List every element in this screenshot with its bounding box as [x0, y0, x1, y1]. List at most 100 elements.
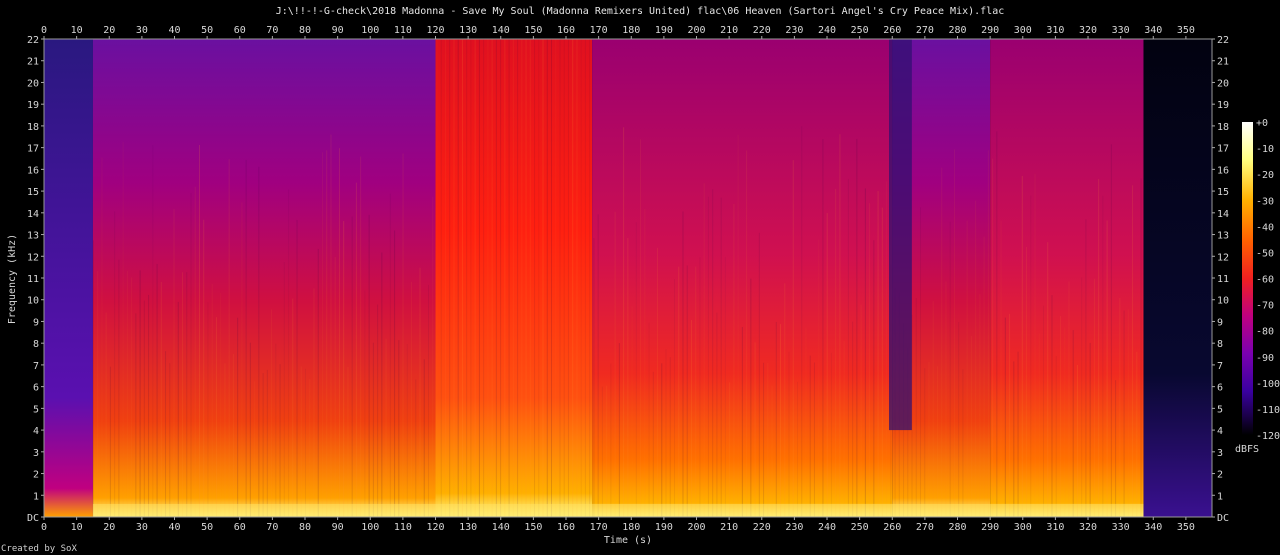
x-tick-label-top: 170 [590, 25, 608, 36]
x-tick-label: 280 [948, 522, 966, 533]
spectrogram-streak [992, 158, 994, 517]
y-tick-label: 9 [33, 317, 39, 328]
y-tick-label: 1 [33, 491, 39, 502]
spectrogram-streak [160, 281, 162, 517]
spectrogram-streak [928, 361, 930, 517]
spectrogram-streak [886, 181, 888, 517]
x-tick-label: 340 [1144, 522, 1162, 533]
spectrogram-streak [402, 153, 404, 517]
x-tick-label: 190 [655, 522, 673, 533]
spectrogram-streak [589, 39, 591, 517]
spectrogram-streak [665, 349, 667, 517]
spectrogram-streak [1076, 365, 1078, 517]
spectrogram-streak [258, 166, 260, 517]
spectrogram-segment [44, 39, 93, 517]
spectrogram-streak [1115, 380, 1117, 517]
y-tick-label-right: 4 [1217, 426, 1223, 437]
x-tick-label: 0 [41, 522, 47, 533]
spectrogram-streak [826, 213, 828, 517]
spectrogram-streak [529, 39, 531, 517]
x-tick-label-top: 240 [818, 25, 836, 36]
spectrogram-chart: 0 0 10 10 20 20 30 30 40 40 50 50 60 60 70 70 80 80 90 90 10… [7, 25, 1280, 546]
spectrogram-streak [801, 126, 803, 517]
spectrogram-streak [135, 313, 137, 517]
spectrogram-streak [508, 39, 510, 517]
spectrogram-streak [512, 39, 514, 517]
x-tick-label: 240 [818, 522, 836, 533]
spectrogram-streak [949, 221, 951, 518]
y-tick-label: 16 [27, 165, 39, 176]
x-tick-label: 40 [168, 522, 180, 533]
x-tick-label: 300 [1014, 522, 1032, 533]
spectrogram-streak [775, 321, 777, 517]
spectrogram-streak [614, 211, 616, 517]
spectrogram-streak [936, 366, 938, 517]
y-tick-label: 20 [27, 78, 39, 89]
spectrogram-streak [542, 39, 544, 517]
colorbar-ticks: +0 -10 -20 -30 -40 -50 -60 -70 -80 -90 -100 -110 -12… [1256, 118, 1280, 442]
spectrogram-streak [254, 381, 256, 517]
colorbar-tick-label: -110 [1256, 405, 1280, 416]
y-tick-label-right: 9 [1217, 317, 1223, 328]
x-tick-label-top: 100 [361, 25, 379, 36]
spectrogram-streak [618, 343, 620, 517]
spectrogram-streak [169, 363, 171, 517]
spectrogram-streak [177, 301, 179, 517]
y-tick-label: DC [27, 513, 39, 524]
y-tick-label-right: 17 [1217, 144, 1229, 155]
spectrogram-streak [758, 232, 760, 517]
spectrogram-streak [1042, 305, 1044, 517]
spectrogram-streak [224, 363, 226, 517]
spectrogram-streak [987, 150, 989, 517]
y-tick-label: 5 [33, 404, 39, 415]
x-tick-label: 270 [916, 522, 934, 533]
spectrogram-streak [1004, 317, 1006, 517]
colorbar-tick-label: -60 [1256, 275, 1274, 286]
x-tick-label-top: 20 [103, 25, 115, 36]
spectrogram-streak [690, 320, 692, 517]
y-tick-label: 21 [27, 57, 39, 68]
x-tick-label-top: 250 [851, 25, 869, 36]
y-tick-label: 4 [33, 426, 39, 437]
spectrogram-streak [360, 156, 362, 517]
spectrogram-streak [746, 150, 748, 517]
spectrogram-streak [1093, 278, 1095, 517]
spectrogram-streak [733, 203, 735, 517]
spectrogram-streak [415, 379, 417, 517]
colorbar-tick-label: -10 [1256, 144, 1274, 155]
spectrogram-streak [131, 277, 133, 517]
spectrogram-streak [182, 272, 184, 517]
y-tick-label: 14 [27, 209, 39, 220]
spectrogram-image [44, 39, 1212, 518]
x-tick-label-top: 140 [492, 25, 510, 36]
spectrogram-streak [640, 139, 642, 517]
spectrogram-streak [173, 209, 175, 517]
spectrogram-streak [563, 39, 565, 517]
spectrogram-streak [186, 272, 188, 517]
spectrogram-streak [593, 238, 595, 517]
y-tick-label: 12 [27, 252, 39, 263]
x-tick-label-top: 0 [41, 25, 47, 36]
credit-text: Created by SoX [1, 544, 77, 554]
x-tick-label-top: 220 [753, 25, 771, 36]
spectrogram-streak [377, 304, 379, 517]
spectrogram-streak [237, 317, 239, 517]
x-tick-label-top: 330 [1112, 25, 1130, 36]
spectrogram-segment [990, 39, 1144, 517]
colorbar-tick-label: -20 [1256, 170, 1274, 181]
spectrogram-streak [525, 39, 527, 517]
spectrogram-streak [631, 305, 633, 517]
spectrogram-streak [788, 351, 790, 517]
spectrogram-streak [737, 134, 739, 518]
spectrogram-streak [461, 39, 463, 517]
spectrogram-streak [1072, 330, 1074, 517]
x-tick-label-top: 80 [299, 25, 311, 36]
spectrogram-streak [924, 368, 926, 517]
y-tick-label: 6 [33, 383, 39, 394]
spectrogram-streak [1127, 309, 1129, 517]
y-tick-label-right: 7 [1217, 361, 1223, 372]
spectrogram-streak [1017, 351, 1019, 517]
x-tick-label-top: 230 [785, 25, 803, 36]
spectrogram-streak [1047, 242, 1049, 517]
x-tick-label: 160 [557, 522, 575, 533]
